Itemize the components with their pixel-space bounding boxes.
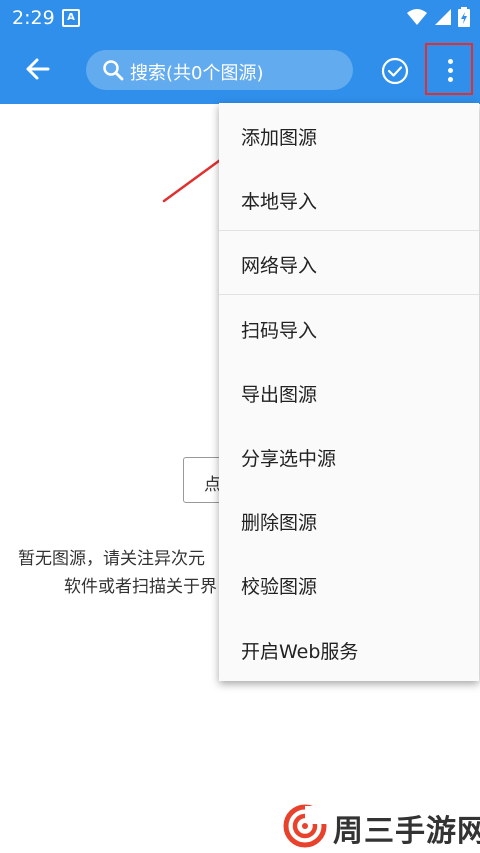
menu-item-label: 校验图源: [241, 576, 318, 599]
more-vert-dot: [448, 77, 453, 82]
more-vert-dot: [448, 68, 453, 73]
menu-item-add-source[interactable]: 添加图源: [219, 103, 479, 167]
menu-item-network-import[interactable]: 网络导入: [219, 231, 479, 295]
status-bar: 2:29 A: [0, 0, 480, 34]
search-icon: [103, 60, 124, 81]
menu-item-verify-source[interactable]: 校验图源: [219, 552, 479, 616]
watermark-text: 周三手游网: [333, 814, 480, 849]
watermark: 周三手游网: [283, 800, 480, 850]
select-all-button[interactable]: [380, 56, 410, 86]
app-notification-icon: A: [62, 9, 80, 27]
watermark-logo-icon: [283, 804, 327, 848]
empty-message-line2: 软件或者扫描关于界: [64, 577, 217, 597]
menu-item-label: 分享选中源: [241, 447, 337, 470]
menu-item-scan-import[interactable]: 扫码导入: [219, 296, 479, 360]
menu-item-label: 开启Web服务: [241, 640, 359, 663]
menu-item-label: 添加图源: [241, 127, 318, 149]
back-arrow-icon: [26, 58, 50, 80]
menu-divider: [219, 294, 479, 295]
search-placeholder: 搜索(共0个图源): [130, 63, 264, 84]
menu-item-export-source[interactable]: 导出图源: [219, 360, 479, 424]
back-button[interactable]: [18, 49, 58, 89]
menu-item-web-service[interactable]: 开启Web服务: [219, 617, 479, 681]
signal-icon: [435, 9, 451, 25]
more-options-button[interactable]: [425, 43, 473, 95]
menu-item-label: 网络导入: [241, 255, 318, 278]
overflow-menu: 添加图源 本地导入 网络导入 扫码导入 导出图源 分享选中源 删除图源 校验图源…: [219, 103, 479, 681]
empty-message-line1: 暂无图源，请关注异次元: [18, 549, 205, 569]
menu-divider: [219, 230, 479, 231]
more-vert-icon: [448, 59, 453, 64]
battery-icon: [458, 7, 470, 27]
menu-item-label: 扫码导入: [241, 319, 318, 342]
menu-item-label: 删除图源: [241, 512, 318, 535]
menu-item-label: 本地导入: [241, 191, 318, 214]
menu-item-delete-source[interactable]: 删除图源: [219, 488, 479, 552]
app-bar: 搜索(共0个图源): [0, 34, 480, 104]
menu-item-local-import[interactable]: 本地导入: [219, 167, 479, 231]
search-input[interactable]: 搜索(共0个图源): [86, 50, 353, 90]
status-time: 2:29: [12, 7, 55, 29]
menu-item-label: 导出图源: [241, 383, 318, 406]
wifi-icon: [407, 9, 427, 25]
menu-item-share-selected[interactable]: 分享选中源: [219, 424, 479, 488]
status-icons: [406, 7, 470, 27]
check-circle-icon: [381, 57, 409, 85]
